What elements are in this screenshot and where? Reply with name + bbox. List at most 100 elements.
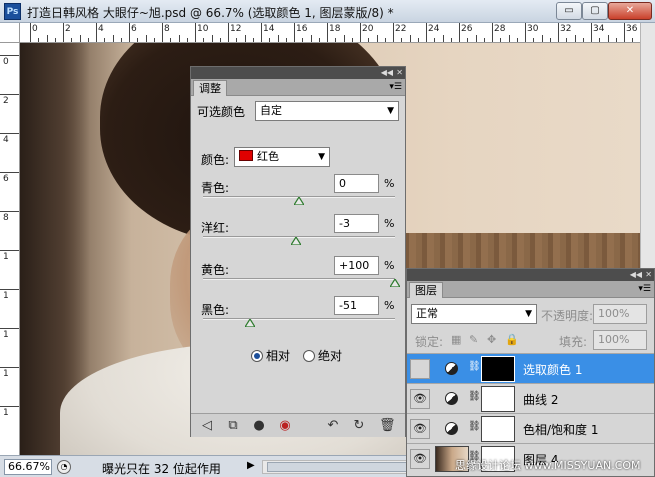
preset-select[interactable]: 自定 ▼	[255, 101, 399, 121]
blend-mode-select[interactable]: 正常 ▼	[411, 304, 537, 324]
ruler-minor-tick	[343, 35, 345, 42]
slider-track[interactable]	[203, 318, 395, 320]
visibility-toggle[interactable]	[410, 359, 430, 379]
ruler-tick-label: 26	[461, 24, 473, 34]
watermark-text: 思缘设计论坛 www.MISSYUAN.COM	[455, 459, 641, 472]
layer-mask-thumbnail[interactable]	[481, 416, 515, 442]
lock-all-icon[interactable]: 🔒	[505, 333, 519, 346]
method-absolute-radio[interactable]: 绝对	[303, 347, 342, 364]
slider-thumb[interactable]	[390, 279, 400, 287]
panel-header-bar: ◀◀ ✕	[407, 269, 654, 281]
eye-icon[interactable]: 👁	[410, 389, 430, 409]
ruler-tick-label: 10	[197, 24, 209, 34]
slider-value-field[interactable]: -51	[334, 296, 379, 315]
undo-icon[interactable]: ↶	[325, 418, 341, 434]
link-chain-icon[interactable]: ⛓	[468, 391, 481, 402]
layer-row[interactable]: 👁 ⛓ 色相/饱和度 1	[407, 413, 654, 443]
slider-track[interactable]	[203, 278, 395, 280]
ruler-minor-tick	[566, 38, 568, 42]
ruler-minor-tick	[244, 35, 246, 42]
slider-value-field[interactable]: +100	[334, 256, 379, 275]
layer-row[interactable]: ⛓ 选取颜色 1	[407, 353, 654, 383]
ruler-tick-label: 6	[131, 24, 137, 34]
method-relative-radio[interactable]: 相对	[251, 347, 290, 364]
ruler-tick	[63, 23, 64, 42]
collapse-panel-icon[interactable]: ◀◀	[381, 67, 393, 78]
ruler-minor-tick	[376, 35, 378, 42]
eye-icon[interactable]: 👁	[410, 449, 430, 469]
ruler-minor-tick	[607, 35, 609, 42]
trash-icon[interactable]: 🗑	[379, 418, 396, 434]
previous-state-icon[interactable]: ◉	[277, 418, 293, 434]
slider-label: 黄色:	[201, 263, 230, 277]
ruler-tick	[624, 23, 625, 42]
ruler-minor-tick	[599, 38, 601, 42]
ruler-tick	[0, 133, 19, 134]
link-chain-icon[interactable]: ⛓	[468, 421, 481, 432]
layer-name[interactable]: 色相/饱和度 1	[523, 421, 599, 438]
back-arrow-icon[interactable]: ◁	[199, 418, 215, 434]
fill-field[interactable]: 100%	[593, 330, 647, 350]
lock-paint-icon[interactable]: ✎	[469, 333, 478, 346]
status-info-icon[interactable]: ◔	[57, 460, 71, 474]
layer-name[interactable]: 选取颜色 1	[523, 361, 582, 378]
opacity-field[interactable]: 100%	[593, 304, 647, 324]
layer-mask-thumbnail[interactable]	[481, 386, 515, 412]
ruler-minor-tick	[145, 35, 147, 42]
preset-value: 自定	[260, 104, 282, 117]
ruler-tick	[0, 250, 19, 251]
radio-button[interactable]	[303, 350, 315, 362]
lock-position-icon[interactable]: ✥	[487, 333, 496, 346]
reset-icon[interactable]: ↻	[351, 418, 367, 434]
tab-adjustments[interactable]: 调整	[193, 80, 227, 96]
slider-thumb[interactable]	[245, 319, 256, 327]
vertical-ruler[interactable]: 0 2 4 6 8 1 1 1 1 1	[0, 43, 20, 455]
ruler-tick-label: 12	[230, 24, 242, 34]
ruler-minor-tick	[483, 38, 485, 42]
ruler-tick	[0, 211, 19, 212]
layer-row[interactable]: 👁 ⛓ 曲线 2	[407, 383, 654, 413]
ruler-minor-tick	[500, 38, 502, 42]
colors-select[interactable]: 红色 ▼	[234, 147, 330, 167]
visibility-icon[interactable]: ●	[251, 418, 267, 434]
zoom-level-field[interactable]: 66.67%	[4, 459, 52, 475]
color-swatch	[239, 150, 253, 161]
ruler-minor-tick	[71, 38, 73, 42]
radio-button-selected[interactable]	[251, 350, 263, 362]
percent-unit: %	[384, 259, 395, 272]
clip-layer-icon[interactable]: ⧉	[225, 418, 241, 434]
tab-layers[interactable]: 图层	[409, 282, 443, 298]
layer-mask-thumbnail[interactable]	[481, 356, 515, 382]
maximize-button[interactable]: ▢	[582, 2, 608, 20]
ruler-minor-tick	[54, 38, 56, 42]
close-panel-icon[interactable]: ✕	[645, 269, 652, 280]
ruler-minor-tick	[277, 35, 279, 42]
ruler-minor-tick	[285, 38, 287, 42]
close-panel-icon[interactable]: ✕	[396, 67, 403, 78]
ruler-tick	[459, 23, 460, 42]
ruler-minor-tick	[79, 35, 81, 42]
panel-menu-icon[interactable]: ▾☰	[638, 283, 651, 295]
eye-icon[interactable]: 👁	[410, 419, 430, 439]
layer-name[interactable]: 曲线 2	[523, 391, 558, 408]
slider-thumb[interactable]	[291, 237, 302, 245]
status-menu-arrow-icon[interactable]: ▶	[247, 460, 255, 471]
close-button[interactable]: ✕	[608, 2, 652, 20]
link-chain-icon[interactable]: ⛓	[468, 361, 481, 372]
ruler-tick	[492, 23, 493, 42]
ruler-origin[interactable]	[0, 23, 20, 43]
ruler-tick-label: 0	[3, 57, 9, 67]
panel-menu-icon[interactable]: ▾☰	[389, 81, 402, 93]
ruler-tick	[558, 23, 559, 42]
ruler-minor-tick	[310, 35, 312, 42]
collapse-panel-icon[interactable]: ◀◀	[630, 269, 642, 280]
minimize-button[interactable]: ▭	[556, 2, 582, 20]
slider-value-field[interactable]: -3	[334, 214, 379, 233]
scrollbar-thumb[interactable]	[267, 462, 407, 472]
horizontal-ruler[interactable]: 0 2 4 6 8 10 12 14 16 18 20 22 24 26 28 30 32 34 36	[20, 23, 640, 43]
ruler-tick	[327, 23, 328, 42]
slider-thumb[interactable]	[294, 197, 304, 205]
ruler-minor-tick	[508, 35, 510, 42]
lock-transparency-icon[interactable]: ▦	[451, 333, 461, 346]
slider-value-field[interactable]: 0	[334, 174, 379, 193]
